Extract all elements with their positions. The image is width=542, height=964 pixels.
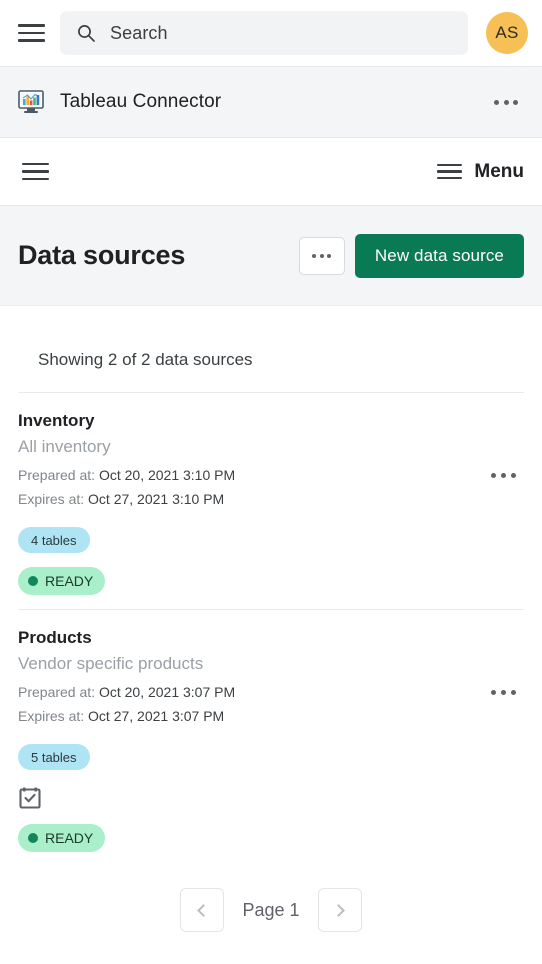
nav-toggle-icon[interactable] [18,157,49,187]
status-badge: READY [18,824,106,853]
tables-badge: 4 tables [18,527,90,554]
prepared-value: Oct 20, 2021 3:07 PM [98,684,236,701]
page-overflow-button[interactable] [298,236,345,275]
data-source-description: All inventory [18,437,111,456]
list-item-overflow-menu-icon[interactable] [485,467,522,484]
kebab-dot [511,473,516,478]
chevron-right-icon [331,903,345,917]
expires-value: Oct 27, 2021 3:07 PM [88,708,225,725]
page-header: Data sources New data source [0,206,542,306]
menu-button[interactable]: Menu [437,161,524,183]
hamburger-line [437,170,463,173]
expires-value: Oct 27, 2021 3:10 PM [88,491,225,508]
hamburger-line [437,163,463,167]
new-data-source-button[interactable]: New data source [354,233,524,278]
pagination: Page 1 [18,866,524,933]
kebab-dot [501,690,506,696]
list-item-overflow-menu-icon[interactable] [485,684,522,701]
status-label: READY [45,573,94,590]
data-sources-list: Showing 2 of 2 data sources Inventory Al… [0,306,542,933]
status-label: READY [45,830,94,847]
page-title: Data sources [18,240,186,270]
kebab-dot [494,99,499,105]
kebab-dot [503,99,509,105]
prepared-label: Prepared at: [18,684,96,701]
menu-icon [437,163,463,180]
expires-label: Expires at: [18,491,85,508]
search-placeholder: Search [110,22,168,43]
kebab-dot [511,690,516,696]
tableau-connector-icon [18,90,44,113]
list-item[interactable]: Products Vendor specific products Prepar… [18,610,524,866]
kebab-dot [312,253,317,258]
hamburger-line [22,162,49,166]
top-app-bar: Search AS [0,0,542,66]
kebab-dot [491,473,496,478]
menu-label: Menu [474,160,524,182]
main-menu-icon[interactable] [14,18,45,48]
tables-badge: 5 tables [18,744,90,771]
status-dot-icon [28,576,38,587]
hamburger-line [22,170,49,173]
results-count: Showing 2 of 2 data sources [38,350,253,369]
list-item[interactable]: Inventory All inventory Prepared at: Oct… [18,393,524,609]
prepared-value: Oct 20, 2021 3:10 PM [98,467,236,483]
app-context-bar: Tableau Connector [0,66,542,138]
data-source-meta: Prepared at: Oct 20, 2021 3:07 PM Expire… [18,680,524,728]
secondary-menu-bar: Menu [0,138,542,206]
kebab-dot [319,253,324,258]
data-source-description: Vendor specific products [18,654,204,674]
app-overflow-menu-icon[interactable] [488,92,524,113]
kebab-dot [327,253,332,258]
hamburger-line [22,177,49,181]
kebab-dot [501,473,506,478]
kebab-dot [491,690,496,696]
previous-page-button[interactable] [180,888,225,933]
app-name: Tableau Connector [60,91,222,112]
data-source-name: Products [18,628,92,648]
calendar-check-icon [19,787,41,809]
status-dot-icon [28,833,38,844]
kebab-dot [513,99,518,105]
hamburger-line [18,39,45,42]
chevron-left-icon [197,903,211,917]
avatar[interactable]: AS [486,12,528,54]
hamburger-line [437,176,463,180]
hamburger-line [18,31,45,35]
data-source-name: Inventory [18,411,95,430]
next-page-button[interactable] [317,888,362,933]
hamburger-line [18,24,45,27]
search-icon [78,25,95,42]
search-input[interactable]: Search [60,11,468,55]
data-source-meta: Prepared at: Oct 20, 2021 3:10 PM Expire… [18,463,524,511]
expires-label: Expires at: [18,708,85,725]
prepared-label: Prepared at: [18,467,96,483]
status-badge: READY [18,567,106,596]
page-label: Page 1 [242,899,300,920]
